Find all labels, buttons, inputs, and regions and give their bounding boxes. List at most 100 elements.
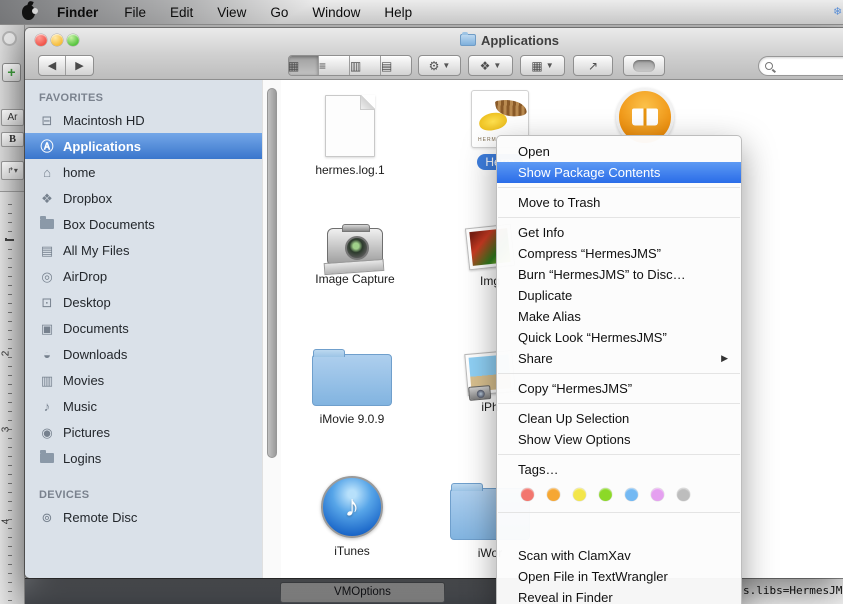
sidebar-item-label: Box Documents	[63, 217, 155, 232]
downloads-icon: ◒	[38, 348, 56, 361]
menu-item-make-alias[interactable]: Make Alias	[497, 306, 741, 327]
folder-proxy-icon[interactable]	[460, 34, 476, 46]
file-image-capture-app[interactable]: Image Capture	[290, 218, 420, 286]
menu-item-quick-look[interactable]: Quick Look “HermesJMS”	[497, 327, 741, 348]
menu-item-burn-to-disc[interactable]: Burn “HermesJMS” to Disc…	[497, 264, 741, 285]
menu-item-move-to-trash[interactable]: Move to Trash	[497, 192, 741, 213]
sidebar-item-dropbox[interactable]: ❖ Dropbox	[25, 185, 262, 211]
sidebar-item-macintosh-hd[interactable]: ⊟ Macintosh HD	[25, 107, 262, 133]
file-label: iMovie 9.0.9	[320, 412, 385, 426]
file-hermes-log[interactable]: hermes.log.1	[285, 95, 415, 177]
title-bar[interactable]: Applications	[25, 28, 843, 52]
sidebar-item-label: AirDrop	[63, 269, 107, 284]
back-button[interactable]: ◀	[39, 56, 66, 75]
apple-menu-icon[interactable]	[22, 5, 35, 20]
sidebar: FAVORITES ⊟ Macintosh HD Ⓐ Applications …	[25, 80, 262, 578]
menu-help[interactable]: Help	[372, 0, 424, 25]
font-button[interactable]: Ar	[1, 109, 24, 126]
background-window-button	[2, 31, 17, 46]
menu-go[interactable]: Go	[258, 0, 300, 25]
chevron-down-icon: ▼	[442, 61, 450, 70]
menu-item-copy[interactable]: Copy “HermesJMS”	[497, 378, 741, 399]
quicklook-toggle-button[interactable]	[623, 55, 665, 76]
menu-view[interactable]: View	[205, 0, 258, 25]
folder-imovie[interactable]: iMovie 9.0.9	[287, 346, 417, 426]
menu-item-duplicate[interactable]: Duplicate	[497, 285, 741, 306]
search-input[interactable]	[777, 59, 843, 73]
camera-app-icon	[327, 228, 383, 266]
disc-icon: ⊚	[38, 511, 56, 524]
tag-purple[interactable]	[651, 488, 664, 501]
book-icon	[632, 109, 658, 126]
forward-button[interactable]: ▶	[66, 56, 93, 75]
share-button[interactable]: ↗	[573, 55, 613, 76]
menu-item-compress[interactable]: Compress “HermesJMS”	[497, 243, 741, 264]
tag-orange[interactable]	[547, 488, 560, 501]
menu-window[interactable]: Window	[300, 0, 372, 25]
movies-icon: ▥	[38, 374, 56, 387]
desktop: + Ar B ↱▾ 2 3 4 5 VMOptions s.libs=Herme…	[0, 0, 843, 604]
menu-item-open[interactable]: Open	[497, 141, 741, 162]
menu-item-show-package-contents[interactable]: Show Package Contents	[497, 162, 741, 183]
search-field[interactable]	[758, 56, 843, 76]
tag-yellow[interactable]	[573, 488, 586, 501]
small-camera-icon	[468, 385, 491, 401]
sidebar-item-documents[interactable]: ▣ Documents	[25, 315, 262, 341]
sidebar-scrollbar[interactable]	[262, 80, 281, 578]
menu-item-share[interactable]: Share ▶	[497, 348, 741, 369]
menu-item-clean-up-selection[interactable]: Clean Up Selection	[497, 408, 741, 429]
sidebar-item-logins[interactable]: Logins	[25, 445, 262, 471]
dropdown-button[interactable]: ↱▾	[1, 161, 24, 180]
dropbox-button[interactable]: ❖▼	[468, 55, 513, 76]
file-label: iTunes	[334, 544, 370, 558]
arrange-button[interactable]: ▦▼	[520, 55, 565, 76]
sidebar-item-label: Applications	[63, 139, 141, 154]
add-icon[interactable]: +	[2, 63, 21, 82]
tag-red[interactable]	[521, 488, 534, 501]
sidebar-item-home[interactable]: ⌂ home	[25, 159, 262, 185]
sidebar-item-label: Documents	[63, 321, 129, 336]
file-label: hermes.log.1	[315, 163, 384, 177]
bold-button[interactable]: B	[1, 132, 24, 147]
sidebar-item-airdrop[interactable]: ◎ AirDrop	[25, 263, 262, 289]
tag-blue[interactable]	[625, 488, 638, 501]
vmoptions-tab[interactable]: VMOptions	[280, 582, 445, 603]
sidebar-item-applications[interactable]: Ⓐ Applications	[25, 133, 262, 159]
menu-separator	[498, 373, 740, 374]
toggle-pill-icon	[633, 60, 655, 72]
sidebar-item-box-documents[interactable]: Box Documents	[25, 211, 262, 237]
menubar-extra-icon[interactable]: ❄	[833, 6, 843, 18]
menu-item-open-file-in-textwrangler[interactable]: Open File in TextWrangler	[497, 566, 741, 587]
icon-view-button[interactable]: ▦	[288, 56, 319, 75]
sidebar-item-pictures[interactable]: ◉ Pictures	[25, 419, 262, 445]
minimize-button[interactable]	[51, 34, 63, 46]
coverflow-view-button[interactable]: ▤	[381, 56, 412, 75]
menu-item-get-info[interactable]: Get Info	[497, 222, 741, 243]
menu-edit[interactable]: Edit	[158, 0, 205, 25]
zoom-button[interactable]	[67, 34, 79, 46]
action-gear-button[interactable]: ⚙▼	[418, 55, 461, 76]
sidebar-item-label: home	[63, 165, 96, 180]
menu-item-tags[interactable]: Tags…	[497, 459, 741, 480]
background-editor-text: s.libs=HermesJMS	[742, 578, 843, 604]
list-view-button[interactable]: ≡	[319, 56, 350, 75]
sidebar-item-desktop[interactable]: ⊡ Desktop	[25, 289, 262, 315]
sidebar-item-remote-disc[interactable]: ⊚ Remote Disc	[25, 504, 262, 530]
sidebar-item-movies[interactable]: ▥ Movies	[25, 367, 262, 393]
sidebar-item-downloads[interactable]: ◒ Downloads	[25, 341, 262, 367]
close-button[interactable]	[35, 34, 47, 46]
menu-finder[interactable]: Finder	[43, 0, 112, 25]
itunes-app-icon: ♪	[321, 476, 383, 538]
menu-item-show-view-options[interactable]: Show View Options	[497, 429, 741, 450]
column-view-button[interactable]: ▥	[350, 56, 381, 75]
sidebar-item-all-my-files[interactable]: ▤ All My Files	[25, 237, 262, 263]
tag-green[interactable]	[599, 488, 612, 501]
menu-item-scan-with-clamxav[interactable]: Scan with ClamXav	[497, 545, 741, 566]
menu-file[interactable]: File	[112, 0, 158, 25]
sidebar-item-music[interactable]: ♪ Music	[25, 393, 262, 419]
menu-item-reveal-in-finder[interactable]: Reveal in Finder	[497, 587, 741, 604]
tag-gray[interactable]	[677, 488, 690, 501]
file-itunes-app[interactable]: ♪ iTunes	[287, 476, 417, 558]
context-menu: Open Show Package Contents Move to Trash…	[496, 135, 742, 604]
scrollbar-thumb[interactable]	[267, 88, 277, 458]
